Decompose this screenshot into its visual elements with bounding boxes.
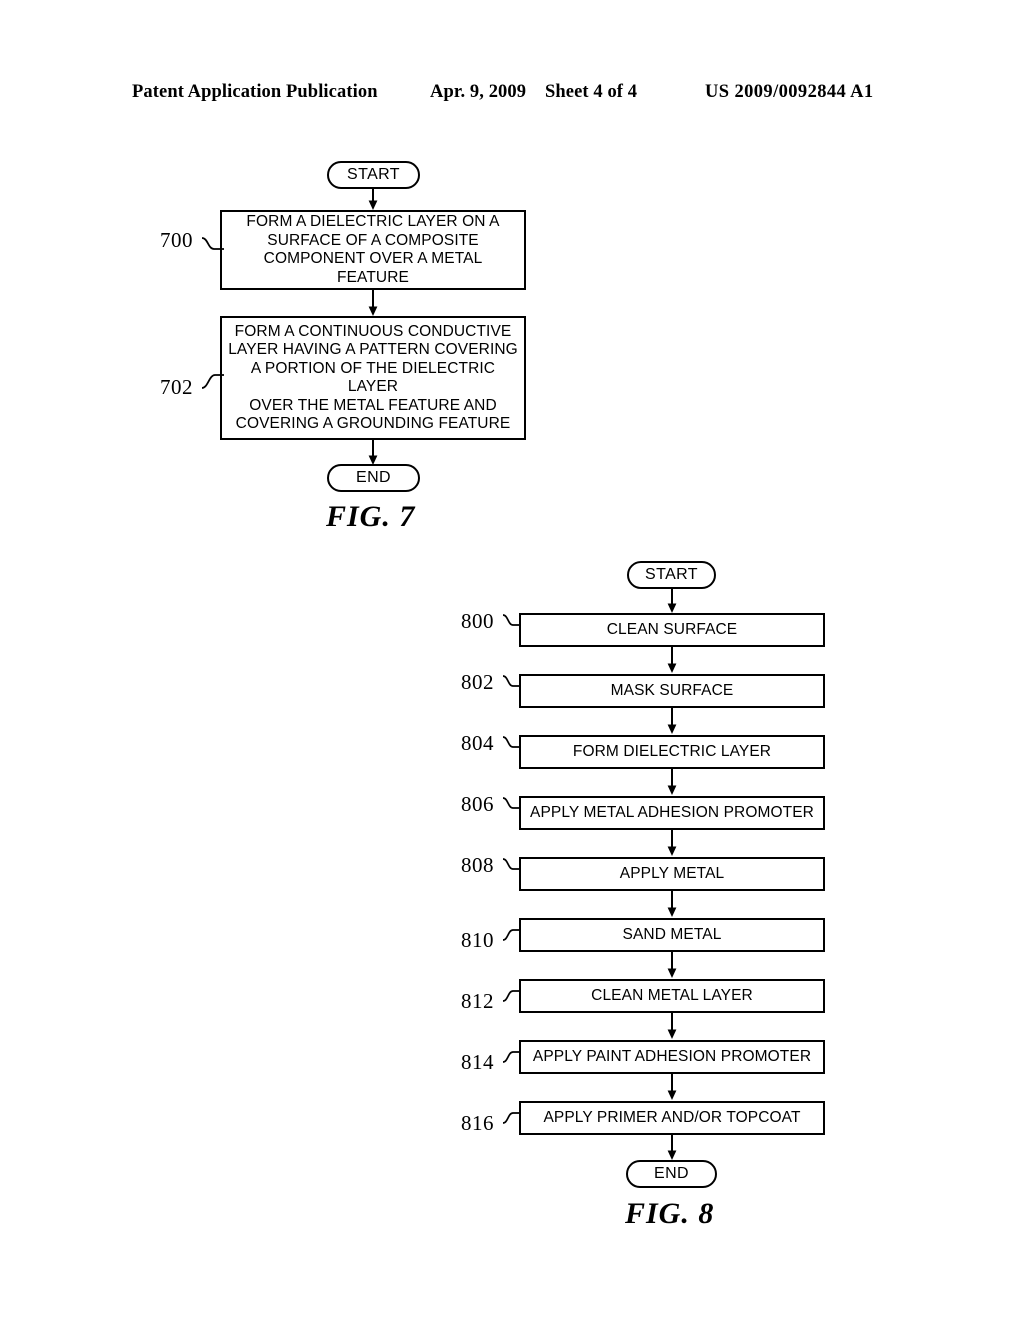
reference-numeral-808: 808: [461, 853, 494, 877]
connector-808-to-810: [667, 891, 677, 917]
reference-numeral-814: 814: [461, 1050, 494, 1074]
leader-line-810: [502, 929, 521, 941]
connector-802-to-804: [667, 708, 677, 734]
process-box-808-label: APPLY METAL: [619, 864, 725, 882]
process-box-812-label: CLEAN METAL LAYER: [591, 986, 753, 1004]
reference-numeral-806: 806: [461, 792, 494, 816]
connector-804-to-806: [667, 769, 677, 795]
process-box-816: APPLY PRIMER AND/OR TOPCOAT: [519, 1101, 825, 1135]
leader-line-800: [502, 614, 521, 626]
process-box-810: SAND METAL: [519, 918, 825, 952]
process-box-800: CLEAN SURFACE: [519, 613, 825, 647]
process-box-802-label: MASK SURFACE: [610, 681, 734, 699]
flow-end-label: END: [654, 1165, 689, 1182]
connector-814-to-816: [667, 1074, 677, 1100]
process-box-808: APPLY METAL: [519, 857, 825, 891]
flow-end-terminator: END: [626, 1160, 717, 1188]
process-box-806-label: APPLY METAL ADHESION PROMOTER: [530, 803, 814, 821]
process-box-814-label: APPLY PAINT ADHESION PROMOTER: [532, 1047, 812, 1065]
connector-806-to-808: [667, 830, 677, 856]
leader-line-802: [502, 675, 521, 687]
connector-810-to-812: [667, 952, 677, 978]
reference-numeral-800: 800: [461, 609, 494, 633]
leader-line-808: [502, 858, 521, 870]
leader-line-814: [502, 1051, 521, 1063]
connector-816-to-end: [667, 1135, 677, 1160]
connector-start-to-800: [667, 589, 677, 613]
figure-8: START CLEAN SURFACE 800 MASK SURFACE 802…: [0, 0, 1024, 1320]
reference-numeral-804: 804: [461, 731, 494, 755]
process-box-804-label: FORM DIELECTRIC LAYER: [572, 742, 772, 760]
connector-800-to-802: [667, 647, 677, 673]
process-box-814: APPLY PAINT ADHESION PROMOTER: [519, 1040, 825, 1074]
reference-numeral-802: 802: [461, 670, 494, 694]
process-box-810-label: SAND METAL: [622, 925, 722, 943]
process-box-804: FORM DIELECTRIC LAYER: [519, 735, 825, 769]
leader-line-806: [502, 797, 521, 809]
process-box-816-label: APPLY PRIMER AND/OR TOPCOAT: [543, 1108, 801, 1126]
leader-line-816: [502, 1112, 521, 1124]
process-box-802: MASK SURFACE: [519, 674, 825, 708]
reference-numeral-812: 812: [461, 989, 494, 1013]
process-box-806: APPLY METAL ADHESION PROMOTER: [519, 796, 825, 830]
leader-line-812: [502, 990, 521, 1002]
flow-start-label: START: [645, 566, 698, 583]
process-box-812: CLEAN METAL LAYER: [519, 979, 825, 1013]
reference-numeral-816: 816: [461, 1111, 494, 1135]
process-box-800-label: CLEAN SURFACE: [606, 620, 738, 638]
flow-start-terminator: START: [627, 561, 716, 589]
connector-812-to-814: [667, 1013, 677, 1039]
leader-line-804: [502, 736, 521, 748]
reference-numeral-810: 810: [461, 928, 494, 952]
figure-8-caption: FIG. 8: [625, 1197, 715, 1230]
